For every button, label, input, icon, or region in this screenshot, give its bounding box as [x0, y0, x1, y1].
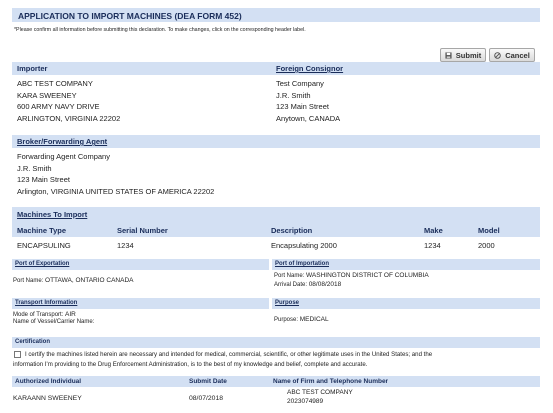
firm-name: ABC TEST COMPANY	[287, 389, 353, 396]
importer-header-link[interactable]: Importer	[17, 64, 47, 73]
import-arrival-date: Arrival Date: 08/08/2018	[274, 281, 342, 288]
purpose-value: Purpose: MEDICAL	[274, 316, 329, 323]
cell-description: Encapsulating 2000	[271, 241, 337, 250]
cell-serial-number: 1234	[117, 241, 134, 250]
import-port-name: Port Name: WASHINGTON DISTRICT OF COLUMB…	[274, 272, 429, 279]
firm-phone: 2023074989	[287, 398, 324, 405]
machines-header-link[interactable]: Machines To Import	[17, 210, 87, 219]
cell-model: 2000	[478, 241, 495, 250]
certification-title: Certification	[15, 339, 51, 345]
export-port-name: Port Name: OTTAWA, ONTARIO CANADA	[13, 277, 134, 284]
consignor-address: Test Company J.R. Smith 123 Main Street …	[276, 79, 341, 123]
col-make: Make	[424, 226, 443, 235]
importer-address: ABC TEST COMPANY KARA SWEENEY 600 ARMY N…	[17, 79, 121, 123]
col-serial-number: Serial Number	[117, 226, 168, 235]
authorized-individual: KARAANN SWEENEY	[13, 395, 82, 402]
cancel-icon	[494, 51, 501, 59]
purpose-header-link[interactable]: Purpose	[275, 300, 299, 306]
purpose-header	[272, 298, 540, 309]
transport-vessel: Name of Vessel/Carrier Name:	[13, 319, 95, 325]
cell-make: 1234	[424, 241, 441, 250]
submit-date: 08/07/2018	[189, 395, 224, 402]
certification-header	[12, 337, 540, 348]
broker-header-link[interactable]: Broker/Forwarding Agent	[17, 137, 107, 146]
col-model: Model	[478, 226, 500, 235]
col-description: Description	[271, 226, 313, 235]
transport-header-link[interactable]: Transport Information	[15, 300, 77, 306]
page-title: APPLICATION TO IMPORT MACHINES (DEA FORM…	[18, 11, 242, 21]
submit-button[interactable]: Submit	[440, 48, 486, 62]
col-authorized-individual: Authorized Individual	[15, 378, 82, 385]
cell-machine-type: ENCAPSULING	[17, 241, 71, 250]
col-submit-date: Submit Date	[189, 378, 227, 385]
confirm-note: *Please confirm all information before s…	[14, 27, 306, 33]
broker-address: Forwarding Agent Company J.R. Smith 123 …	[17, 152, 215, 196]
col-machine-type: Machine Type	[17, 226, 67, 235]
certification-checkbox[interactable]	[14, 351, 21, 358]
certification-text-line2: information I'm providing to the Drug En…	[13, 361, 368, 368]
transport-mode: Mode of Transport: AIR	[13, 311, 76, 318]
port-importation-link[interactable]: Port of Importation	[275, 261, 329, 267]
port-exportation-link[interactable]: Port of Exportation	[15, 261, 69, 267]
save-icon	[445, 51, 452, 59]
page-title-bar: APPLICATION TO IMPORT MACHINES (DEA FORM…	[12, 8, 540, 22]
cancel-button[interactable]: Cancel	[489, 48, 535, 62]
certification-text-line1: I certify the machines listed herein are…	[25, 351, 433, 358]
consignor-header-link[interactable]: Foreign Consignor	[276, 64, 343, 73]
col-firm-phone: Name of Firm and Telephone Number	[273, 378, 389, 385]
